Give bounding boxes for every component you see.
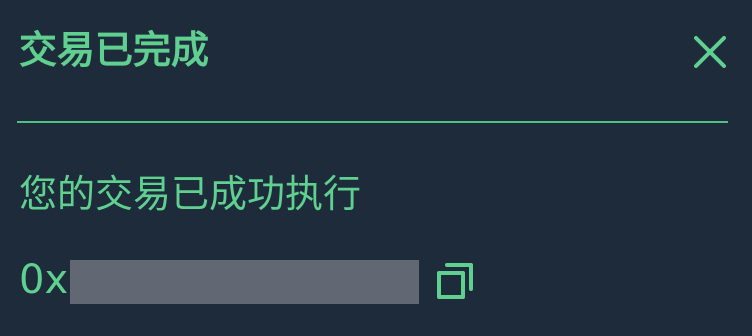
transaction-hash-prefix: 0x: [19, 257, 69, 303]
close-button[interactable]: [690, 32, 730, 72]
transaction-complete-dialog: 交易已完成 您的交易已成功执行 0x: [0, 0, 752, 336]
copy-hash-button[interactable]: [431, 257, 479, 305]
header-divider: [17, 121, 728, 123]
close-icon: [694, 36, 726, 68]
transaction-hash-redacted: [70, 260, 420, 304]
transaction-hash-row: 0x: [19, 252, 479, 308]
dialog-title: 交易已完成: [19, 28, 210, 72]
success-message: 您的交易已成功执行: [19, 172, 362, 216]
copy-icon: [437, 263, 474, 299]
